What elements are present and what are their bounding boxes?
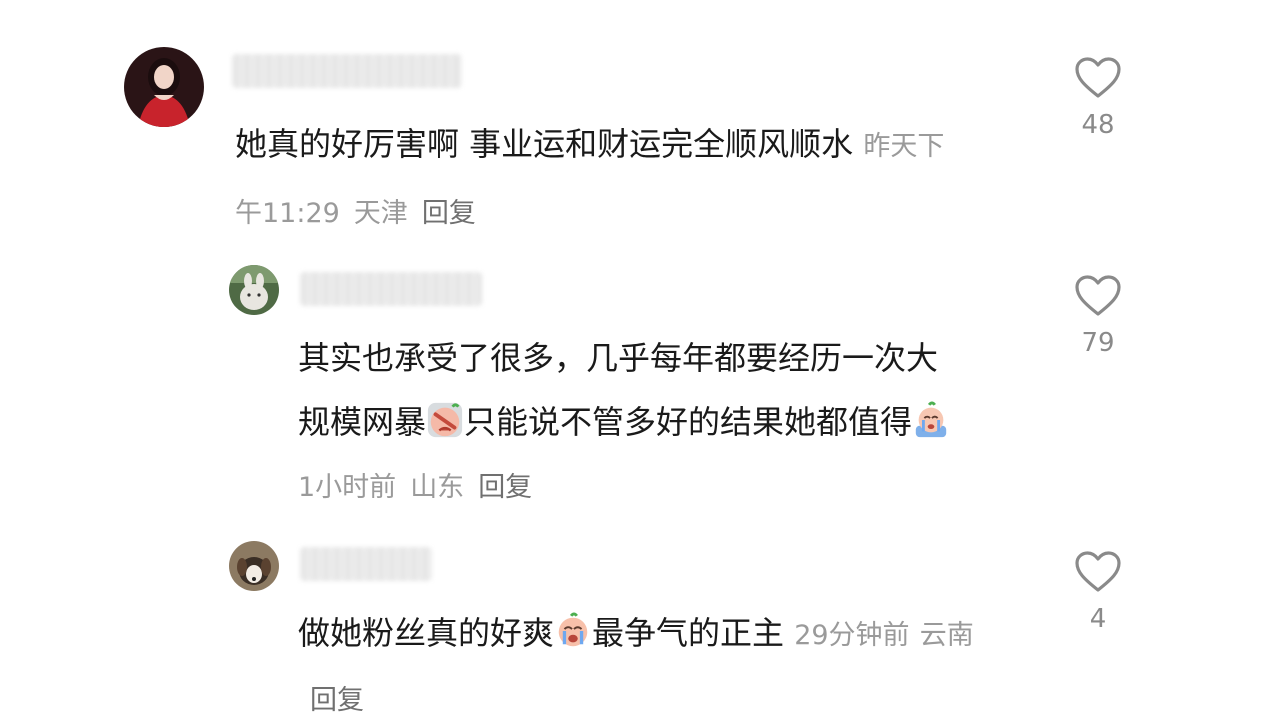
crying-emoji bbox=[912, 401, 950, 439]
like-count: 4 bbox=[1089, 604, 1107, 634]
like-button[interactable]: 48 bbox=[1068, 56, 1128, 140]
facepalm-emoji bbox=[426, 401, 464, 439]
username-blurred[interactable] bbox=[232, 54, 462, 88]
heart-icon bbox=[1075, 275, 1121, 316]
comment-text: 她真的好厉害啊 事业运和财运完全顺风顺水 昨天下 bbox=[235, 125, 945, 163]
comment-meta: 午11:29 天津 回复 bbox=[235, 191, 476, 230]
comment-location: 云南 bbox=[919, 620, 974, 651]
comment-location: 山东 bbox=[410, 472, 465, 503]
heart-icon bbox=[1075, 551, 1121, 592]
comment-text: 做她粉丝真的好爽 最争气的正主 29分钟前 云南 bbox=[298, 612, 974, 652]
like-count: 48 bbox=[1081, 110, 1115, 140]
comment-text: 其实也承受了很多，几乎每年都要经历一次大 规模网暴 只能说不管多好的结果她都值得 bbox=[298, 326, 1058, 454]
like-button[interactable]: 79 bbox=[1068, 274, 1128, 358]
like-count: 79 bbox=[1081, 328, 1115, 358]
username-blurred[interactable] bbox=[300, 547, 432, 581]
comment-time: 1小时前 bbox=[298, 472, 397, 503]
username-blurred[interactable] bbox=[300, 272, 482, 306]
comment-meta: 回复 bbox=[310, 678, 364, 716]
crying-emoji bbox=[554, 612, 592, 650]
reply-button[interactable]: 回复 bbox=[478, 472, 532, 503]
heart-icon bbox=[1075, 57, 1121, 98]
avatar[interactable] bbox=[124, 47, 204, 127]
comment-meta: 1小时前 山东 回复 bbox=[298, 465, 532, 504]
reply-button[interactable]: 回复 bbox=[422, 198, 476, 229]
reply-button[interactable]: 回复 bbox=[310, 685, 364, 716]
comment-list: 她真的好厉害啊 事业运和财运完全顺风顺水 昨天下 午11:29 天津 回复 48 其… bbox=[0, 0, 1273, 716]
comment-location: 天津 bbox=[353, 198, 408, 229]
comment-time: 午11:29 bbox=[235, 198, 340, 229]
avatar[interactable] bbox=[229, 265, 279, 315]
avatar[interactable] bbox=[229, 541, 279, 591]
like-button[interactable]: 4 bbox=[1068, 550, 1128, 634]
comment-time: 昨天下 bbox=[863, 131, 945, 162]
comment-time: 29分钟前 bbox=[794, 620, 910, 651]
